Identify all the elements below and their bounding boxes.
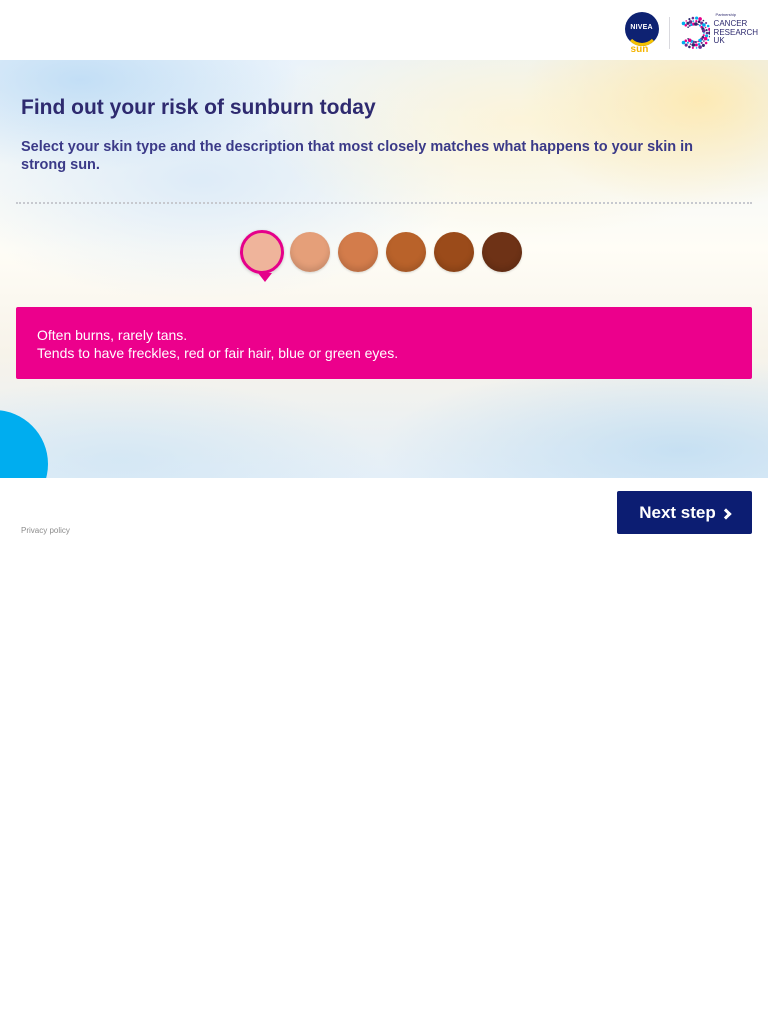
cruk-dot <box>695 47 697 49</box>
cruk-dot <box>688 20 692 24</box>
cruk-c-dots-icon <box>681 16 710 49</box>
cruk-dot <box>686 41 689 44</box>
cruk-dot <box>700 41 703 44</box>
cruk-dot <box>707 27 710 31</box>
dotted-divider <box>16 202 752 204</box>
cruk-dot <box>691 46 694 49</box>
next-step-label: Next step <box>639 502 716 522</box>
cruk-line: UK <box>713 36 725 46</box>
skin-type-selector <box>240 230 540 292</box>
cruk-dot <box>704 41 707 45</box>
cruk-dot <box>689 43 691 45</box>
cruk-dot <box>687 18 690 21</box>
partner-tagline: Partnership <box>715 12 737 17</box>
cruk-dot <box>697 45 702 49</box>
cruk-dot <box>702 32 705 34</box>
description-line-2: Tends to have freckles, red or fair hair… <box>37 345 399 361</box>
nivea-sun-text: sun <box>630 44 649 55</box>
page-title: Find out your risk of sunburn today <box>21 96 376 119</box>
cruk-dot <box>706 24 710 28</box>
cruk-wordmark: CANCER RESEARCH UK <box>714 20 758 46</box>
skin-type-swatch-1[interactable] <box>240 230 284 282</box>
skin-type-swatch-3[interactable] <box>338 232 378 272</box>
logo-divider <box>668 17 670 49</box>
cruk-dot <box>694 43 698 47</box>
cruk-dot <box>704 26 706 29</box>
cruk-dot <box>701 23 706 27</box>
cruk-dot <box>687 45 691 49</box>
cruk-dot <box>691 43 695 47</box>
cruk-dot <box>694 20 697 23</box>
skin-type-description: Often burns, rarely tans. Tends to have … <box>16 307 752 379</box>
cruk-dot <box>684 43 688 47</box>
cruk-dot <box>686 26 689 28</box>
skin-type-swatch-2[interactable] <box>290 232 330 272</box>
cruk-dot <box>684 20 687 22</box>
cruk-dot <box>707 31 710 35</box>
logos: NIVEA sun Partnership CANCER RESEARCH UK <box>624 10 758 56</box>
cruk-dot <box>697 20 700 23</box>
nivea-logo-text: NIVEA <box>630 24 653 31</box>
blue-decorative-ball <box>0 410 48 478</box>
cruk-dot <box>696 40 699 43</box>
header: NIVEA sun Partnership CANCER RESEARCH UK <box>0 0 768 60</box>
cruk-dot <box>696 23 699 26</box>
cruk-dot <box>702 40 705 42</box>
cruk-dot <box>686 38 689 40</box>
skin-type-swatch-5[interactable] <box>434 232 474 272</box>
cruk-dot <box>703 36 707 41</box>
skin-type-swatch-6[interactable] <box>482 232 522 272</box>
privacy-policy-link[interactable]: Privacy policy <box>21 526 70 535</box>
cruk-dot <box>692 20 694 22</box>
cruk-dot <box>704 21 707 25</box>
cruk-dot <box>697 17 702 21</box>
cruk-dot <box>701 29 706 33</box>
cruk-dot <box>705 29 708 32</box>
cruk-dot <box>681 40 685 45</box>
cruk-dot <box>694 16 698 20</box>
nivea-sun-logo: NIVEA sun <box>624 12 659 55</box>
selected-pointer-icon <box>258 273 272 282</box>
next-step-button[interactable]: Next step <box>617 491 752 534</box>
cruk-dot <box>701 43 705 47</box>
cruk-dot <box>691 16 694 20</box>
chevron-right-icon <box>720 507 732 520</box>
cruk-dot <box>708 35 710 38</box>
cruk-dot <box>705 31 708 35</box>
cruk-dot <box>697 43 700 46</box>
cruk-dot <box>706 38 709 42</box>
page-subtitle: Select your skin type and the descriptio… <box>21 139 693 173</box>
cruk-dot <box>681 21 685 26</box>
hero-panel: Find out your risk of sunburn today Sele… <box>0 60 768 478</box>
skin-type-swatch-4[interactable] <box>386 232 426 272</box>
cruk-dot <box>694 40 697 44</box>
description-line-1: Often burns, rarely tans. <box>37 327 188 343</box>
cancer-research-uk-logo: Partnership CANCER RESEARCH UK <box>678 12 758 50</box>
cruk-dot <box>693 22 698 26</box>
cruk-dot <box>702 19 704 22</box>
